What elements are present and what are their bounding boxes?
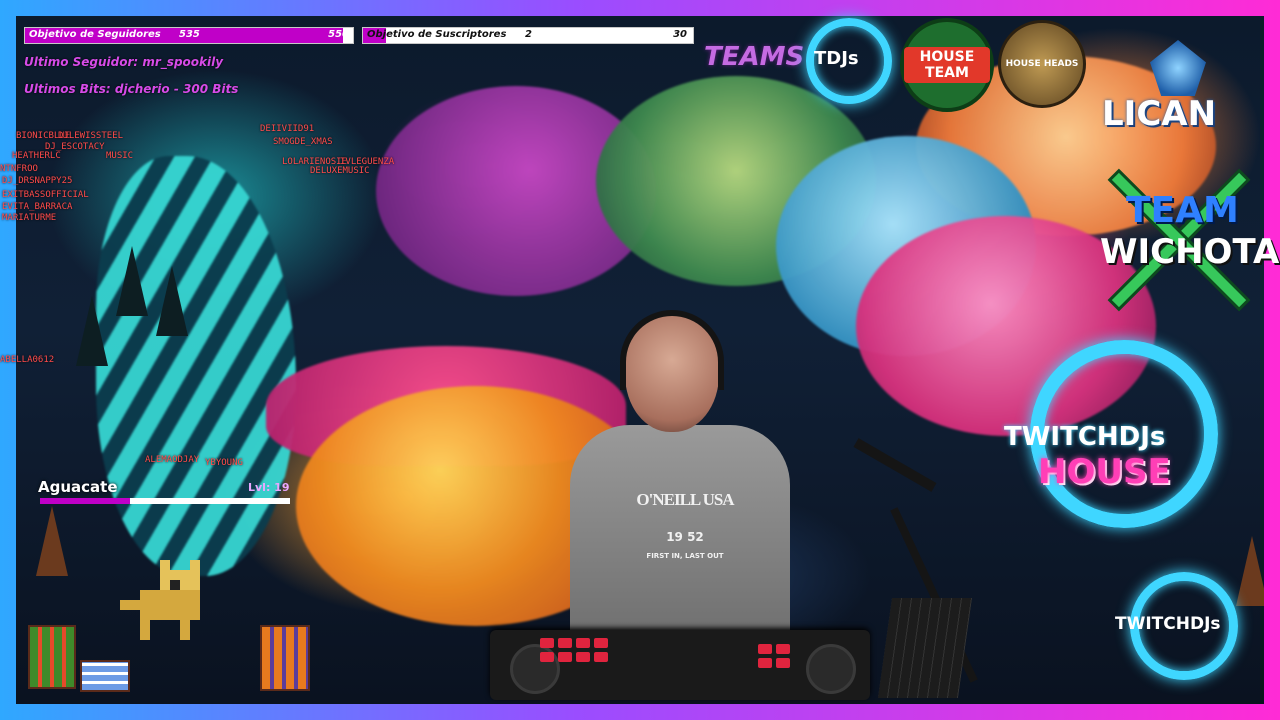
follower-goal-bar: Objetivo de Seguidores 535 550: [24, 27, 354, 44]
pad: [758, 644, 772, 654]
sub-goal-label: Objetivo de Suscriptores: [367, 29, 507, 40]
pad: [758, 658, 772, 668]
gift-icon: [28, 625, 76, 689]
pine-tree: [36, 506, 68, 576]
chat-name: MARIATURME: [2, 213, 57, 223]
dj-controller: [490, 630, 870, 700]
chat-name: DJLEWISSTEEL: [58, 131, 124, 141]
sub-goal-target: 30: [673, 29, 687, 40]
pad: [558, 652, 572, 662]
pine-tree: [156, 266, 188, 336]
follower-goal-current: 535: [179, 29, 200, 40]
chat-name: EVITA_BARRACA: [2, 202, 73, 212]
chat-name: ALEMAODJAY: [145, 455, 200, 465]
twitchdjs-house-line1: TWITCHDJs: [1004, 422, 1166, 452]
team-wichota-line1: TEAM: [1126, 190, 1239, 231]
chat-name: HEATHERLC: [12, 151, 61, 161]
xp-bar-fill: [40, 498, 130, 504]
lican-logo-text: LICAN: [1102, 94, 1217, 134]
chat-name: YBYOUNG: [205, 458, 243, 468]
house-team-text: HOUSE TEAM: [904, 47, 990, 83]
house-heads-text: HOUSE HEADS: [1005, 59, 1079, 69]
pad: [540, 638, 554, 648]
gift-icon: [80, 660, 130, 692]
follower-goal-label: Objetivo de Seguidores: [29, 29, 161, 40]
pad: [594, 638, 608, 648]
pad: [776, 644, 790, 654]
chat-name: MUSIC: [106, 151, 134, 161]
house-heads-logo: HOUSE HEADS: [998, 20, 1086, 108]
pad: [558, 638, 572, 648]
pad: [576, 638, 590, 648]
twitchdjs-house-line2: HOUSE: [1038, 452, 1171, 492]
shirt-brand: O'NEILL USA: [636, 490, 734, 509]
player-name: Aguacate: [38, 478, 118, 496]
midi-keyboard: [877, 598, 973, 698]
last-bits: Ultimos Bits: djcherio - 300 Bits: [24, 82, 239, 96]
chat-name: NTNFROO: [0, 164, 38, 174]
jog-wheel-icon: [806, 644, 856, 694]
team-wichota-line2: WICHOTA: [1100, 232, 1280, 272]
chat-name: DEIIVIID91: [260, 124, 315, 134]
pine-tree: [1236, 536, 1264, 606]
chat-name: IVLEGUENZA: [340, 157, 395, 167]
follower-goal-target: 550: [328, 29, 349, 40]
sub-goal-bar: Objetivo de Suscriptores 2 30: [362, 27, 694, 44]
chat-name: DELUXEMUSIC: [310, 166, 370, 176]
background-swirl: [96, 156, 296, 576]
tdjs-logo-text: TDJs: [814, 48, 859, 69]
chat-name: DJ_DRSNAPPY25: [2, 176, 73, 186]
chat-name: ABELLA0612: [0, 355, 55, 365]
pad: [776, 658, 790, 668]
shirt-tag: FIRST IN, LAST OUT: [646, 552, 724, 560]
last-follower: Ultimo Seguidor: mr_spookily: [24, 55, 224, 69]
shirt-year: 19 52: [666, 530, 704, 544]
chat-name: EXITBASSOFFICIAL: [2, 190, 89, 200]
pine-tree: [116, 246, 148, 316]
player-level: Lvl: 19: [248, 481, 290, 494]
teams-label: TEAMS: [704, 42, 805, 72]
gift-icon: [260, 625, 310, 691]
sub-goal-current: 2: [525, 29, 532, 40]
pine-tree: [76, 296, 108, 366]
pad: [576, 652, 590, 662]
pad: [594, 652, 608, 662]
pixel-cat-icon: [120, 560, 200, 640]
twitchdjs-small-text: TWITCHDJs: [1115, 614, 1221, 634]
xp-bar: [40, 498, 290, 504]
chat-name: SMOGDE_XMAS: [273, 137, 333, 147]
pad: [540, 652, 554, 662]
house-team-logo: HOUSE TEAM: [900, 18, 994, 112]
